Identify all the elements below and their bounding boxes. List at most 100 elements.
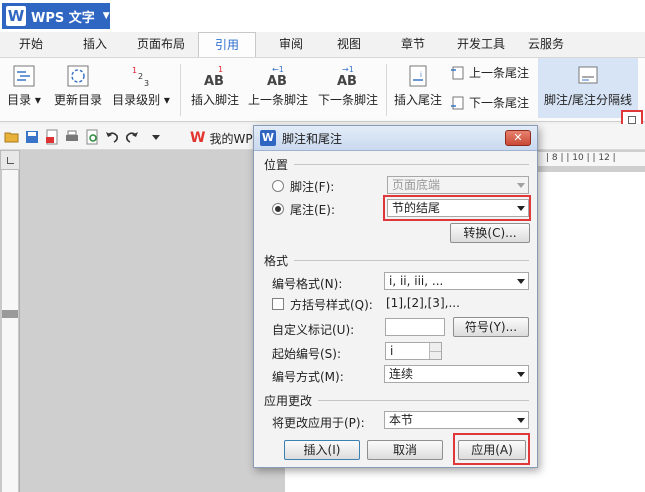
prev-endnote-icon (451, 66, 464, 79)
app-title: WPS 文字 (31, 10, 95, 26)
bracket-style-example: [1],[2],[3],... (386, 296, 460, 310)
chevron-down-icon (517, 418, 525, 423)
position-heading: 位置 (264, 158, 289, 172)
apply-to-select[interactable]: 本节 (384, 411, 529, 429)
tab-stop-selector[interactable] (0, 150, 20, 170)
tab-cloud[interactable]: 云服务 (520, 32, 572, 57)
symbol-button[interactable]: 符号(Y)... (453, 317, 529, 337)
redo-icon[interactable] (124, 129, 140, 145)
prev-footnote-button[interactable]: ←1 AB 上一条脚注 (246, 64, 310, 108)
note-separator-icon (578, 66, 598, 84)
next-footnote-button[interactable]: →1 AB 下一条脚注 (316, 64, 380, 108)
tab-review[interactable]: 审阅 (266, 32, 316, 57)
tab-stop-icon (7, 157, 14, 164)
document-tab[interactable]: W 我的WP (190, 127, 253, 149)
tab-references[interactable]: 引用 (198, 32, 256, 57)
number-format-select[interactable]: i, ii, iii, ... (384, 272, 529, 290)
footnote-radio[interactable] (272, 180, 284, 192)
tab-chapter[interactable]: 章节 (388, 32, 438, 57)
print-preview-icon[interactable] (84, 129, 100, 145)
note-separator-label: 脚注/尾注分隔线 (543, 93, 633, 107)
ribbon-tabs: 开始 插入 页面布局 引用 审阅 视图 章节 开发工具 云服务 (0, 32, 645, 57)
update-toc-button[interactable]: 更新目录 (50, 64, 106, 108)
custom-mark-input[interactable] (385, 318, 445, 336)
next-footnote-icon: →1 AB (337, 65, 357, 88)
section-divider (294, 260, 529, 261)
ruler-gap (2, 310, 18, 318)
wps-logo-icon: W (6, 6, 26, 26)
toc-level-label: 目录级别 (112, 93, 161, 107)
footnote-label: 脚注(F): (290, 180, 335, 194)
tab-developer[interactable]: 开发工具 (450, 32, 512, 57)
ribbon-divider (386, 64, 387, 116)
prev-footnote-label: 上一条脚注 (247, 93, 308, 107)
toc-icon (13, 65, 35, 87)
insert-endnote-icon: i (409, 65, 427, 87)
insert-button[interactable]: 插入(I) (284, 440, 360, 460)
number-format-value: i, ii, iii, ... (389, 274, 444, 288)
bracket-style-checkbox[interactable] (272, 298, 284, 310)
wps-writer-logo-icon: W (190, 130, 206, 146)
custom-mark-label: 自定义标记(U): (272, 323, 355, 337)
tab-page-layout[interactable]: 页面布局 (130, 32, 192, 57)
insert-footnote-icon: 1 AB (204, 65, 224, 88)
svg-text:AB: AB (204, 74, 224, 88)
apply-changes-heading: 应用更改 (264, 394, 313, 408)
highlight-box (453, 433, 530, 465)
undo-icon[interactable] (104, 129, 120, 145)
update-toc-label: 更新目录 (53, 93, 102, 107)
footnote-position-select[interactable]: 页面底端 (387, 176, 529, 194)
save-icon[interactable] (24, 129, 40, 145)
svg-text:←1: ←1 (272, 65, 284, 74)
dialog-title-bar[interactable]: W 脚注和尾注 ✕ (254, 126, 537, 151)
numbering-select[interactable]: 连续 (384, 365, 529, 383)
horizontal-ruler[interactable]: | 8 | | 10 | | 12 | (538, 152, 645, 166)
vertical-ruler[interactable] (0, 150, 20, 492)
numbering-value: 连续 (389, 367, 414, 381)
toc-level-button[interactable]: 1 2 3 目录级别 ▾ (110, 64, 172, 108)
wps-logo-icon: W (260, 130, 276, 146)
next-endnote-button[interactable]: 下一条尾注 (450, 94, 529, 111)
tab-insert[interactable]: 插入 (70, 32, 120, 57)
toc-button[interactable]: 目录 ▾ (4, 64, 44, 108)
close-button[interactable]: ✕ (505, 130, 531, 146)
start-number-stepper[interactable]: i (385, 342, 442, 360)
ruler-margin (2, 170, 18, 310)
next-endnote-label: 下一条尾注 (469, 96, 530, 110)
next-footnote-label: 下一条脚注 (317, 93, 378, 107)
svg-text:→1: →1 (342, 65, 354, 74)
print-icon[interactable] (64, 129, 80, 145)
number-format-label: 编号格式(N): (272, 277, 343, 291)
start-number-value: i (390, 344, 394, 358)
endnote-label: 尾注(E): (290, 203, 335, 217)
cancel-button[interactable]: 取消 (367, 440, 443, 460)
open-folder-icon[interactable] (4, 129, 20, 145)
customize-toolbar-icon[interactable] (148, 129, 164, 145)
insert-footnote-label: 插入脚注 (190, 93, 239, 107)
section-divider (318, 400, 529, 401)
tab-home[interactable]: 开始 (6, 32, 56, 57)
highlight-box (383, 195, 531, 221)
export-pdf-icon[interactable] (44, 129, 60, 145)
prev-endnote-button[interactable]: 上一条尾注 (450, 64, 529, 81)
insert-endnote-button[interactable]: i 插入尾注 (392, 64, 444, 108)
chevron-down-icon (517, 183, 525, 188)
svg-text:3: 3 (144, 79, 149, 88)
stepper-down-icon[interactable] (429, 351, 441, 359)
chevron-down-icon (517, 279, 525, 284)
apply-to-value: 本节 (389, 413, 414, 427)
insert-footnote-button[interactable]: 1 AB 插入脚注 (188, 64, 242, 108)
chevron-down-icon (517, 372, 525, 377)
stepper-up-icon[interactable] (429, 343, 441, 351)
ruler-ticks: | 8 | | 10 | | 12 | (546, 153, 616, 163)
update-toc-icon (67, 65, 89, 87)
app-menu-button[interactable]: W WPS 文字 ▼ (2, 3, 110, 29)
convert-button[interactable]: 转换(C)... (450, 223, 530, 243)
apply-to-label: 将更改应用于(P): (272, 416, 365, 430)
tab-view[interactable]: 视图 (324, 32, 374, 57)
prev-footnote-icon: ←1 AB (267, 65, 287, 88)
bracket-style-label: 方括号样式(Q): (290, 298, 373, 312)
endnote-radio[interactable] (272, 203, 284, 215)
ruler-margin (2, 318, 18, 492)
note-separator-button[interactable]: 脚注/尾注分隔线 (540, 64, 636, 108)
